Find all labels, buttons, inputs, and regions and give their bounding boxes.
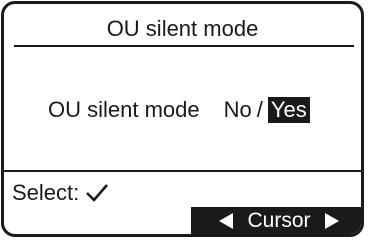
remote-controller-screen: OU silent mode OU silent mode No / Yes S… (1, 1, 364, 237)
silent-mode-setting-row: OU silent mode No / Yes (48, 96, 310, 124)
cursor-bar[interactable]: Cursor (191, 207, 361, 234)
title-divider (14, 45, 354, 47)
checkmark-icon (86, 184, 109, 202)
cursor-label: Cursor (247, 209, 311, 232)
right-triangle-icon[interactable] (324, 213, 339, 229)
page-title: OU silent mode (106, 16, 259, 41)
option-yes-selected[interactable]: Yes (267, 97, 310, 123)
left-triangle-icon[interactable] (219, 213, 234, 229)
footer-divider (4, 170, 361, 172)
select-hint: Select: (12, 180, 109, 206)
option-separator: / (256, 97, 263, 122)
option-no[interactable]: No (224, 96, 252, 124)
select-label: Select: (12, 180, 80, 205)
setting-label: OU silent mode (48, 97, 200, 122)
